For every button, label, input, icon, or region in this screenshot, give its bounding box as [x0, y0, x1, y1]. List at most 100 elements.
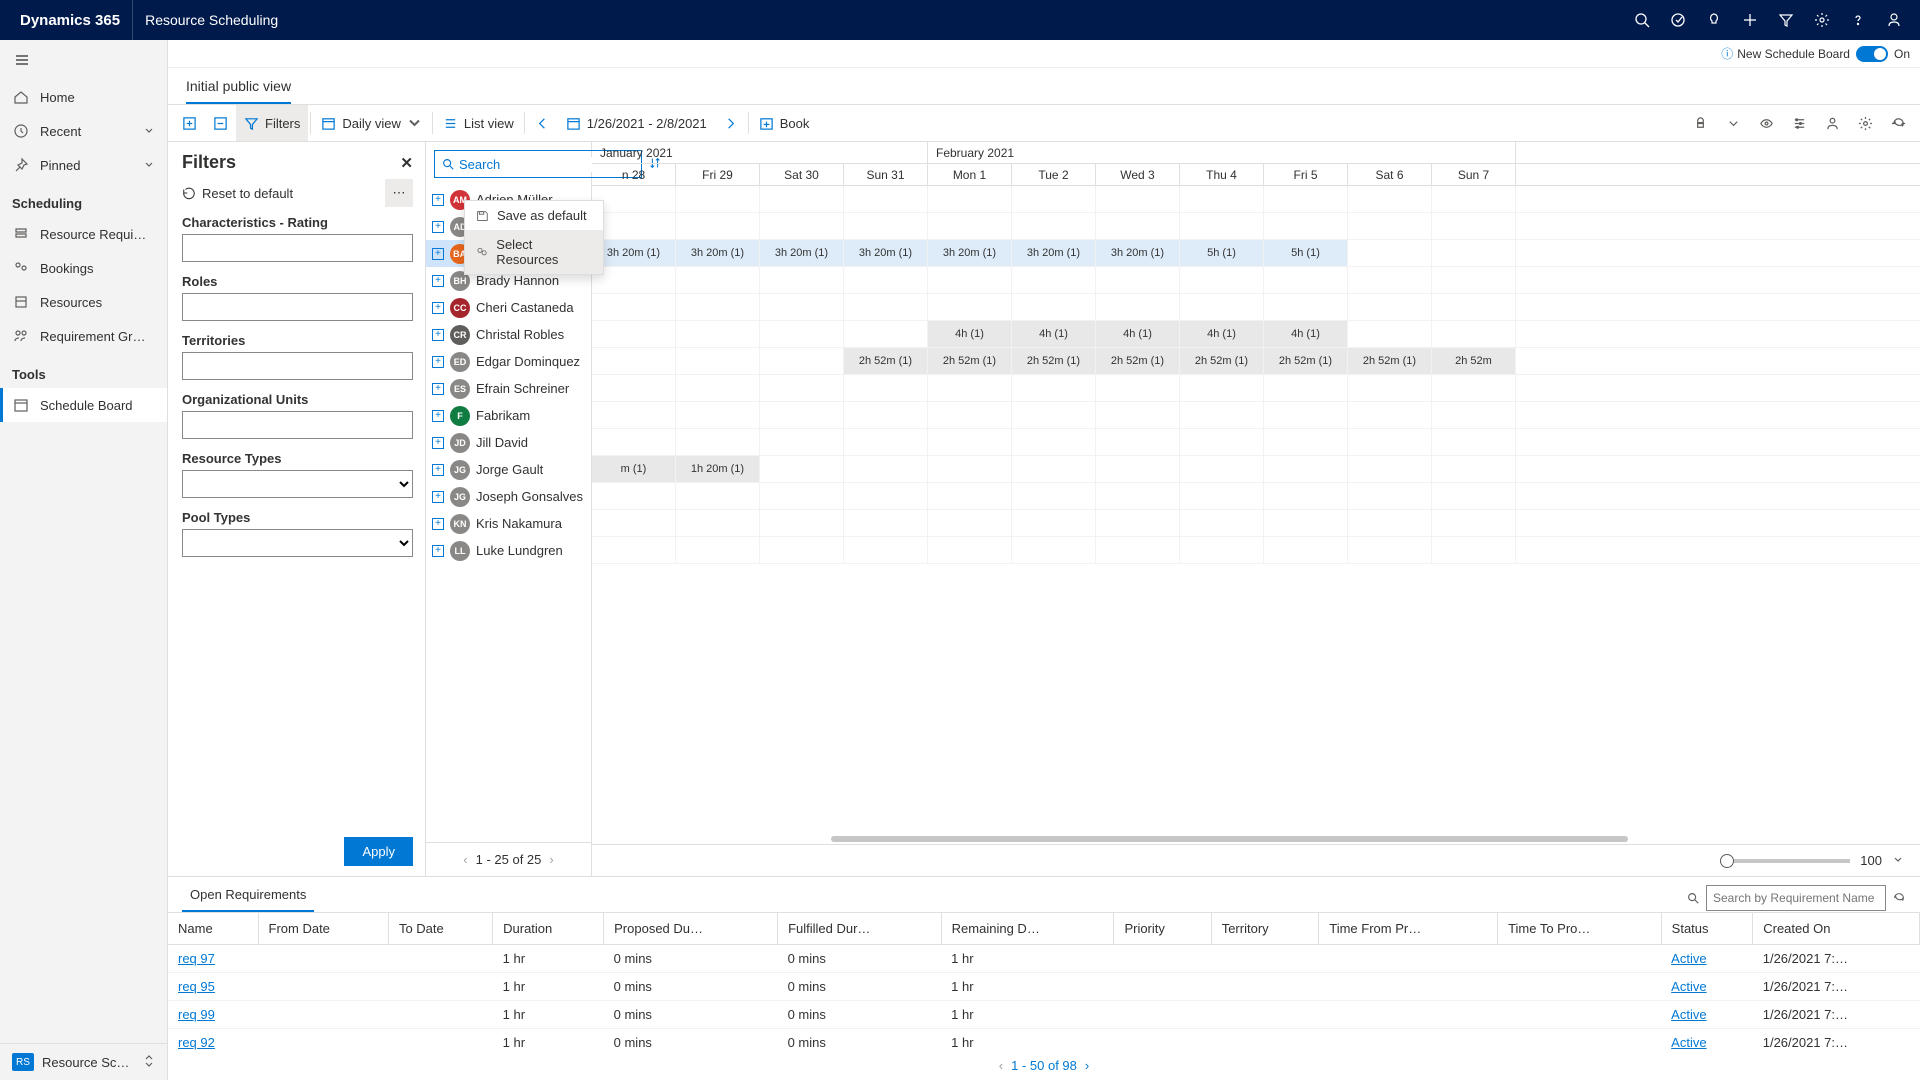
menu-save-default[interactable]: Save as default — [465, 201, 603, 230]
schedule-cell[interactable] — [592, 267, 676, 293]
nav-item[interactable]: Bookings — [0, 251, 167, 285]
schedule-cell[interactable]: 3h 20m (1) — [760, 240, 844, 266]
schedule-cell[interactable] — [1348, 402, 1432, 428]
schedule-cell[interactable] — [1264, 510, 1348, 536]
schedule-cell[interactable] — [592, 186, 676, 212]
date-range-picker[interactable]: 1/26/2021 - 2/8/2021 — [558, 105, 715, 141]
schedule-cell[interactable] — [844, 402, 928, 428]
schedule-cell[interactable] — [1264, 294, 1348, 320]
schedule-cell[interactable] — [760, 294, 844, 320]
schedule-cell[interactable] — [1264, 267, 1348, 293]
schedule-cell[interactable] — [760, 321, 844, 347]
pager-next[interactable]: › — [549, 852, 553, 867]
schedule-cell[interactable] — [676, 294, 760, 320]
schedule-cell[interactable] — [1348, 213, 1432, 239]
tab-initial-view[interactable]: Initial public view — [186, 78, 291, 104]
schedule-cell[interactable] — [1012, 294, 1096, 320]
schedule-cell[interactable]: 4h (1) — [928, 321, 1012, 347]
col-header[interactable]: Fulfilled Dur… — [778, 913, 942, 945]
schedule-cell[interactable] — [1264, 429, 1348, 455]
schedule-cell[interactable] — [844, 429, 928, 455]
expand-icon[interactable]: + — [432, 356, 444, 368]
schedule-cell[interactable] — [1432, 375, 1516, 401]
pager-prev[interactable]: ‹ — [999, 1058, 1003, 1073]
schedule-cell[interactable] — [1348, 267, 1432, 293]
schedule-cell[interactable]: 2h 52m (1) — [928, 348, 1012, 374]
schedule-cell[interactable] — [676, 321, 760, 347]
expand-icon[interactable]: + — [432, 410, 444, 422]
req-link[interactable]: req 95 — [178, 979, 215, 994]
schedule-cell[interactable] — [928, 267, 1012, 293]
schedule-cell[interactable] — [1432, 402, 1516, 428]
expand-icon[interactable]: + — [432, 248, 444, 260]
schedule-cell[interactable] — [760, 537, 844, 563]
schedule-cell[interactable] — [1012, 213, 1096, 239]
field-input[interactable] — [182, 293, 413, 321]
prev-range-button[interactable] — [527, 105, 558, 141]
nav-schedule-board[interactable]: Schedule Board — [0, 388, 167, 422]
close-icon[interactable]: ✕ — [400, 154, 413, 172]
resource-item[interactable]: +JGJorge Gault — [426, 456, 591, 483]
schedule-cell[interactable] — [592, 213, 676, 239]
schedule-cell[interactable]: 4h (1) — [1096, 321, 1180, 347]
schedule-cell[interactable] — [1432, 456, 1516, 482]
expand-icon[interactable]: + — [432, 275, 444, 287]
expand-icon[interactable]: + — [432, 329, 444, 341]
nav-item[interactable]: Requirement Groups — [0, 319, 167, 353]
col-header[interactable]: Created On — [1753, 913, 1920, 945]
schedule-cell[interactable]: 2h 52m (1) — [1012, 348, 1096, 374]
table-row[interactable]: req 92 1 hr 0 mins 0 mins 1 hr Active 1/… — [168, 1029, 1920, 1051]
schedule-cell[interactable]: 2h 52m (1) — [1348, 348, 1432, 374]
col-header[interactable]: Time To Pro… — [1498, 913, 1662, 945]
schedule-cell[interactable] — [1348, 186, 1432, 212]
schedule-cell[interactable] — [1348, 321, 1432, 347]
resource-item[interactable]: +LLLuke Lundgren — [426, 537, 591, 564]
schedule-cell[interactable] — [676, 375, 760, 401]
zoom-slider[interactable] — [1720, 859, 1850, 863]
schedule-cell[interactable] — [1096, 375, 1180, 401]
user-icon[interactable] — [1876, 0, 1912, 40]
schedule-cell[interactable] — [844, 456, 928, 482]
schedule-cell[interactable] — [1180, 186, 1264, 212]
schedule-cell[interactable] — [676, 348, 760, 374]
schedule-cell[interactable]: 5h (1) — [1180, 240, 1264, 266]
schedule-cell[interactable] — [1012, 483, 1096, 509]
schedule-cell[interactable] — [760, 267, 844, 293]
schedule-cell[interactable] — [1348, 456, 1432, 482]
expand-icon[interactable]: + — [432, 491, 444, 503]
legend-icon[interactable] — [1685, 105, 1716, 141]
schedule-cell[interactable]: 1h 20m (1) — [676, 456, 760, 482]
schedule-cell[interactable] — [676, 510, 760, 536]
schedule-cell[interactable] — [1096, 429, 1180, 455]
schedule-cell[interactable] — [676, 402, 760, 428]
schedule-cell[interactable] — [844, 267, 928, 293]
schedule-cell[interactable] — [928, 510, 1012, 536]
schedule-cell[interactable] — [676, 267, 760, 293]
status-link[interactable]: Active — [1671, 979, 1706, 994]
expand-icon[interactable]: + — [432, 545, 444, 557]
nav-recent[interactable]: Recent — [0, 114, 167, 148]
schedule-cell[interactable] — [844, 213, 928, 239]
schedule-cell[interactable] — [676, 483, 760, 509]
schedule-cell[interactable]: m (1) — [592, 456, 676, 482]
schedule-cell[interactable] — [592, 348, 676, 374]
tab-open-requirements[interactable]: Open Requirements — [182, 883, 314, 912]
resource-item[interactable]: +ESEfrain Schreiner — [426, 375, 591, 402]
schedule-cell[interactable]: 3h 20m (1) — [844, 240, 928, 266]
expand-icon[interactable]: + — [432, 221, 444, 233]
schedule-cell[interactable] — [1012, 456, 1096, 482]
expand-icon[interactable]: + — [432, 464, 444, 476]
schedule-cell[interactable]: 3h 20m (1) — [676, 240, 760, 266]
schedule-cell[interactable] — [1264, 375, 1348, 401]
schedule-cell[interactable] — [676, 213, 760, 239]
schedule-cell[interactable] — [676, 186, 760, 212]
nav-home[interactable]: Home — [0, 80, 167, 114]
schedule-cell[interactable] — [760, 456, 844, 482]
schedule-cell[interactable] — [928, 186, 1012, 212]
schedule-cell[interactable] — [928, 537, 1012, 563]
expand-icon[interactable]: + — [432, 383, 444, 395]
table-row[interactable]: req 97 1 hr 0 mins 0 mins 1 hr Active 1/… — [168, 945, 1920, 973]
toggle-switch[interactable] — [1856, 46, 1888, 62]
collapse-minus-icon[interactable] — [205, 105, 236, 141]
status-link[interactable]: Active — [1671, 1035, 1706, 1050]
